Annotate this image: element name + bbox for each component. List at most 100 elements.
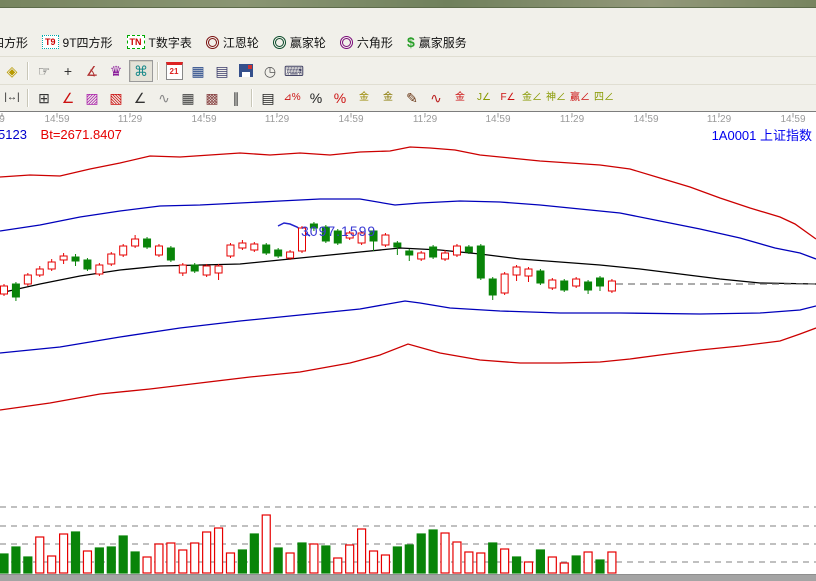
- percent-slash-icon[interactable]: ⊿%: [281, 88, 303, 108]
- volume-bar: [107, 547, 115, 573]
- compass-diamond-icon-glyph: ◈: [7, 64, 18, 78]
- percent-line-icon-glyph: %: [334, 91, 346, 105]
- volume-bar: [298, 543, 306, 573]
- j-angle-icon-glyph: J∠: [477, 93, 491, 103]
- compass-diamond-icon[interactable]: ◈: [1, 61, 23, 81]
- brain-analysis-icon[interactable]: ⌘: [129, 60, 153, 82]
- level-list-icon[interactable]: ▤: [257, 88, 279, 108]
- grid-icon[interactable]: ▦: [177, 88, 199, 108]
- parallel-lines-icon[interactable]: ∥: [225, 88, 247, 108]
- volume-bar: [453, 542, 461, 573]
- four-angle-icon[interactable]: 四∠: [593, 88, 615, 108]
- angle-lines-icon[interactable]: ∠: [129, 88, 151, 108]
- volume-bar: [370, 551, 378, 573]
- bottom-scroll-strip[interactable]: [0, 574, 816, 581]
- candle-body: [96, 265, 103, 274]
- gold-lines-icon[interactable]: 金: [377, 88, 399, 108]
- hexagon-tool-label: 六角形: [357, 34, 393, 51]
- gann-wheel-tool[interactable]: 江恩轮: [206, 34, 259, 51]
- t-number-table-tool[interactable]: TNT数字表: [127, 34, 192, 51]
- grid-red-icon[interactable]: ▩: [201, 88, 223, 108]
- square-plan-icon[interactable]: ⊞: [33, 88, 55, 108]
- volume-bar: [381, 555, 389, 573]
- t9-icon: T9: [42, 35, 59, 49]
- winner-wheel-tool[interactable]: 赢家轮: [273, 34, 326, 51]
- wave-band-icon[interactable]: ∿: [425, 88, 447, 108]
- volume-bar: [405, 545, 413, 573]
- fan-box2-icon-glyph: ▧: [109, 91, 122, 105]
- fan-box-icon[interactable]: ▨: [81, 88, 103, 108]
- gold-coin-icon-glyph: 金: [359, 93, 369, 103]
- winner-service[interactable]: $赢家服务: [407, 34, 467, 51]
- percent-line-icon[interactable]: %: [329, 88, 351, 108]
- chart-panel[interactable]: 914:5911:2914:5911:2914:5911:2914:5911:2…: [0, 111, 816, 574]
- candle-body: [477, 246, 484, 278]
- percent-icon[interactable]: %: [305, 88, 327, 108]
- time-tick-label: 14:59: [633, 114, 658, 125]
- toolbar-separator: [27, 62, 29, 80]
- j-angle-icon[interactable]: J∠: [473, 88, 495, 108]
- nine-t-square-tool[interactable]: T9 9T四方形: [42, 34, 113, 51]
- tn-icon: TN: [127, 35, 145, 49]
- volume-bar: [12, 547, 20, 573]
- volume-bar: [524, 562, 532, 573]
- ink-brush-icon[interactable]: ✎: [401, 88, 423, 108]
- square-plan-icon-glyph: ⊞: [38, 91, 50, 105]
- volume-bar: [358, 529, 366, 573]
- clock-globe-icon[interactable]: ◷: [259, 61, 281, 81]
- red-upper-band: [0, 147, 816, 239]
- volume-bar: [501, 549, 509, 573]
- candle-body: [48, 262, 55, 269]
- crosshair-icon[interactable]: +: [57, 61, 79, 81]
- zigzag-icon[interactable]: ∿: [153, 88, 175, 108]
- fan-box2-icon[interactable]: ▧: [105, 88, 127, 108]
- computer-print-icon[interactable]: ⌨: [283, 61, 305, 81]
- grid-red-icon-glyph: ▩: [205, 91, 218, 105]
- gold-red-icon[interactable]: 金: [449, 88, 471, 108]
- candle-body: [406, 251, 413, 255]
- candle-body: [155, 246, 162, 255]
- width-measure-icon-glyph: |↔|: [4, 93, 19, 103]
- square-tool[interactable]: 四方形: [0, 34, 28, 51]
- calculator-icon-glyph: ▦: [191, 64, 204, 78]
- angle-measure-icon[interactable]: ∡: [81, 61, 103, 81]
- gold-coin-icon[interactable]: 金: [353, 88, 375, 108]
- shen-angle-icon[interactable]: 神∠: [545, 88, 567, 108]
- volume-bar: [560, 563, 568, 573]
- hand-pan-icon[interactable]: ☞: [33, 61, 55, 81]
- percent-icon-glyph: %: [310, 91, 322, 105]
- candle-body: [203, 266, 210, 275]
- red-fan-icon[interactable]: ∠: [57, 88, 79, 108]
- time-tick-label: 14:59: [44, 114, 69, 125]
- time-tick-label: 14:59: [780, 114, 805, 125]
- toolbar-icons: ◈ ☞ +∡ ♛ ⌘ 21 ▦ ▤ ◷⌨: [0, 57, 816, 85]
- anchor-mark-icon[interactable]: ♛: [105, 61, 127, 81]
- calculator-icon[interactable]: ▦: [187, 61, 209, 81]
- width-measure-icon[interactable]: |↔|: [1, 88, 23, 108]
- green-ring-icon: [273, 36, 286, 49]
- candlestick-chart[interactable]: [0, 112, 816, 574]
- window-title-edge: [0, 0, 816, 8]
- volume-bar: [155, 544, 163, 573]
- hexagon-tool[interactable]: 六角形: [340, 34, 393, 51]
- volume-bar: [536, 550, 544, 573]
- four-angle-icon-glyph: 四∠: [594, 93, 614, 103]
- bt-value: Bt=2671.8407: [41, 127, 122, 142]
- volume-bar: [572, 556, 580, 573]
- volume-bar: [596, 560, 604, 573]
- red-lower-band: [0, 328, 816, 410]
- nine-t-square-tool-label: 9T四方形: [63, 34, 113, 51]
- anchor-mark-icon-glyph: ♛: [110, 64, 123, 78]
- f-angle-icon[interactable]: F∠: [497, 88, 519, 108]
- win-angle-icon[interactable]: 赢∠: [569, 88, 591, 108]
- save-floppy-icon[interactable]: [235, 61, 257, 81]
- notepad-icon[interactable]: ▤: [211, 61, 233, 81]
- dollar-icon: $: [407, 34, 415, 50]
- candle-body: [191, 265, 198, 271]
- gold-angle-icon[interactable]: 金∠: [521, 88, 543, 108]
- candle-body: [561, 281, 568, 290]
- wave-band-icon-glyph: ∿: [430, 91, 442, 105]
- calendar-icon[interactable]: 21: [163, 61, 185, 81]
- hand-pan-icon-glyph: ☞: [38, 64, 51, 78]
- candle-body: [60, 256, 67, 260]
